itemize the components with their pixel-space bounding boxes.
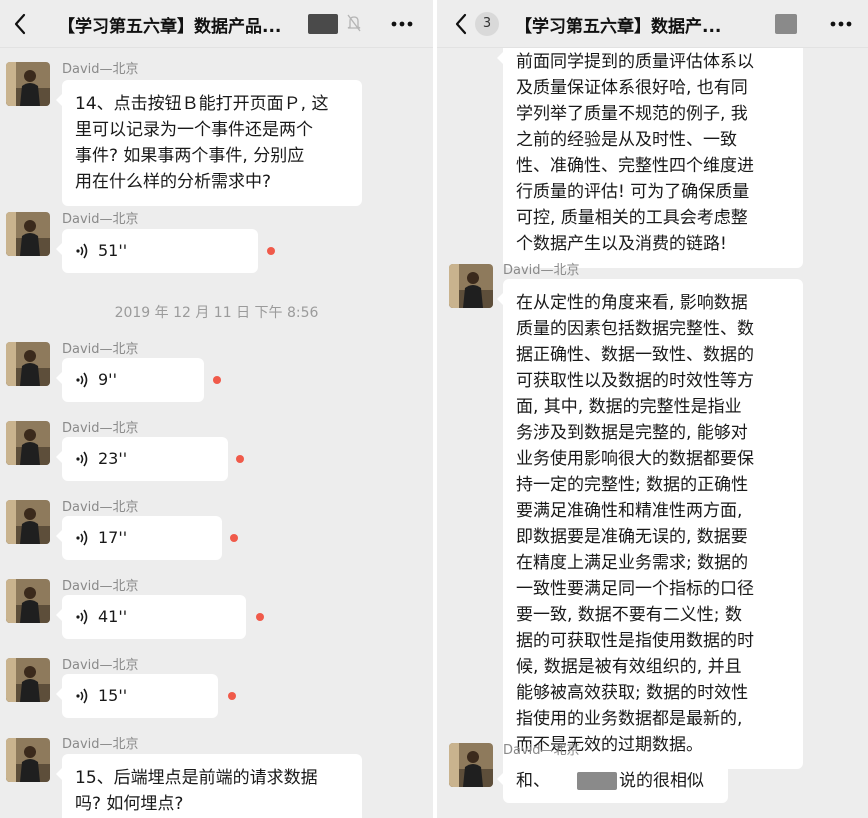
message-text: 说的很相似: [619, 771, 704, 791]
message-text: 前面同学提到的质量评估体系以 及质量保证体系很好哈, 也有同 学列举了质量不规范…: [516, 52, 754, 254]
voice-message[interactable]: 41'': [56, 595, 246, 639]
voice-duration: 9'': [98, 370, 117, 389]
chat-title: 【学习第五六章】数据产...: [515, 17, 722, 37]
voice-wave-icon: [76, 372, 88, 388]
redacted-mark: [308, 14, 338, 34]
unread-dot: [213, 376, 221, 384]
avatar[interactable]: [6, 579, 50, 623]
right-navbar: 3 【学习第五六章】数据产...: [437, 0, 868, 48]
voice-duration: 17'': [98, 528, 128, 547]
message-bubble[interactable]: 在从定性的角度来看, 影响数据 质量的因素包括数据完整性、数 据正确性、数据一致…: [497, 279, 803, 769]
unread-count-badge[interactable]: 3: [475, 12, 499, 36]
message-bubble[interactable]: 和、 说的很相似: [497, 759, 728, 803]
more-dots-icon: [391, 21, 413, 27]
message-bubble[interactable]: 14、点击按钮Ｂ能打开页面Ｐ, 这 里可以记录为一个事件还是两个 事件? 如果事…: [56, 80, 362, 206]
back-button[interactable]: [10, 10, 32, 38]
unread-dot: [228, 692, 236, 700]
voice-message[interactable]: 15'': [56, 674, 218, 718]
sender-name: David—北京: [62, 62, 139, 77]
mute-bell-icon: [346, 13, 362, 33]
voice-duration: 15'': [98, 686, 128, 705]
back-button[interactable]: [451, 10, 473, 38]
message-bubble[interactable]: 前面同学提到的质量评估体系以 及质量保证体系很好哈, 也有同 学列举了质量不规范…: [497, 38, 803, 268]
redacted-mark: [775, 14, 797, 34]
unread-dot: [267, 247, 275, 255]
avatar[interactable]: [6, 62, 50, 106]
sender-name: David—北京: [62, 579, 139, 594]
left-chat-screen: 【学习第五六章】数据产品... David—北京 14、点击按钮Ｂ能打开页面Ｐ,…: [0, 0, 433, 818]
voice-duration: 23'': [98, 449, 128, 468]
chat-title: 【学习第五六章】数据产品...: [58, 17, 282, 37]
avatar[interactable]: [449, 264, 493, 308]
message-text: 15、后端埋点是前端的请求数据 吗? 如何埋点?: [75, 768, 318, 814]
unread-dot: [230, 534, 238, 542]
sender-name: David—北京: [62, 421, 139, 436]
message-bubble[interactable]: 15、后端埋点是前端的请求数据 吗? 如何埋点?: [56, 754, 362, 818]
chevron-left-icon: [455, 13, 467, 35]
sender-name: David—北京: [62, 500, 139, 515]
right-chat-screen: 前面同学提到的质量评估体系以 及质量保证体系很好哈, 也有同 学列举了质量不规范…: [437, 0, 868, 818]
more-button[interactable]: [827, 10, 855, 38]
avatar[interactable]: [449, 743, 493, 787]
more-button[interactable]: [388, 10, 416, 38]
redacted-name: [577, 772, 617, 790]
voice-duration: 41'': [98, 607, 128, 626]
sender-name: David—北京: [62, 342, 139, 357]
sender-name: David—北京: [503, 263, 580, 278]
voice-wave-icon: [76, 609, 88, 625]
voice-wave-icon: [76, 243, 88, 259]
more-dots-icon: [830, 21, 852, 27]
unread-dot: [256, 613, 264, 621]
avatar[interactable]: [6, 500, 50, 544]
voice-duration: 51'': [98, 241, 128, 260]
sender-name: David—北京: [62, 658, 139, 673]
voice-message[interactable]: 17'': [56, 516, 222, 560]
timestamp: 2019 年 12 月 11 日 下午 8:56: [114, 305, 319, 321]
sender-name: David—北京: [62, 212, 139, 227]
voice-message[interactable]: 9'': [56, 358, 204, 402]
avatar[interactable]: [6, 342, 50, 386]
unread-dot: [236, 455, 244, 463]
sender-name: David—北京: [62, 737, 139, 752]
avatar[interactable]: [6, 738, 50, 782]
avatar[interactable]: [6, 212, 50, 256]
message-text: 和、: [516, 771, 550, 791]
voice-message[interactable]: 51'': [56, 229, 258, 273]
chevron-left-icon: [14, 13, 26, 35]
message-text: 14、点击按钮Ｂ能打开页面Ｐ, 这 里可以记录为一个事件还是两个 事件? 如果事…: [75, 94, 329, 192]
voice-wave-icon: [76, 688, 88, 704]
voice-message[interactable]: 23'': [56, 437, 228, 481]
voice-wave-icon: [76, 451, 88, 467]
avatar[interactable]: [6, 658, 50, 702]
message-text: 在从定性的角度来看, 影响数据 质量的因素包括数据完整性、数 据正确性、数据一致…: [516, 293, 754, 755]
avatar[interactable]: [6, 421, 50, 465]
left-navbar: 【学习第五六章】数据产品...: [0, 0, 433, 48]
voice-wave-icon: [76, 530, 88, 546]
sender-name: David—北京: [503, 743, 580, 758]
